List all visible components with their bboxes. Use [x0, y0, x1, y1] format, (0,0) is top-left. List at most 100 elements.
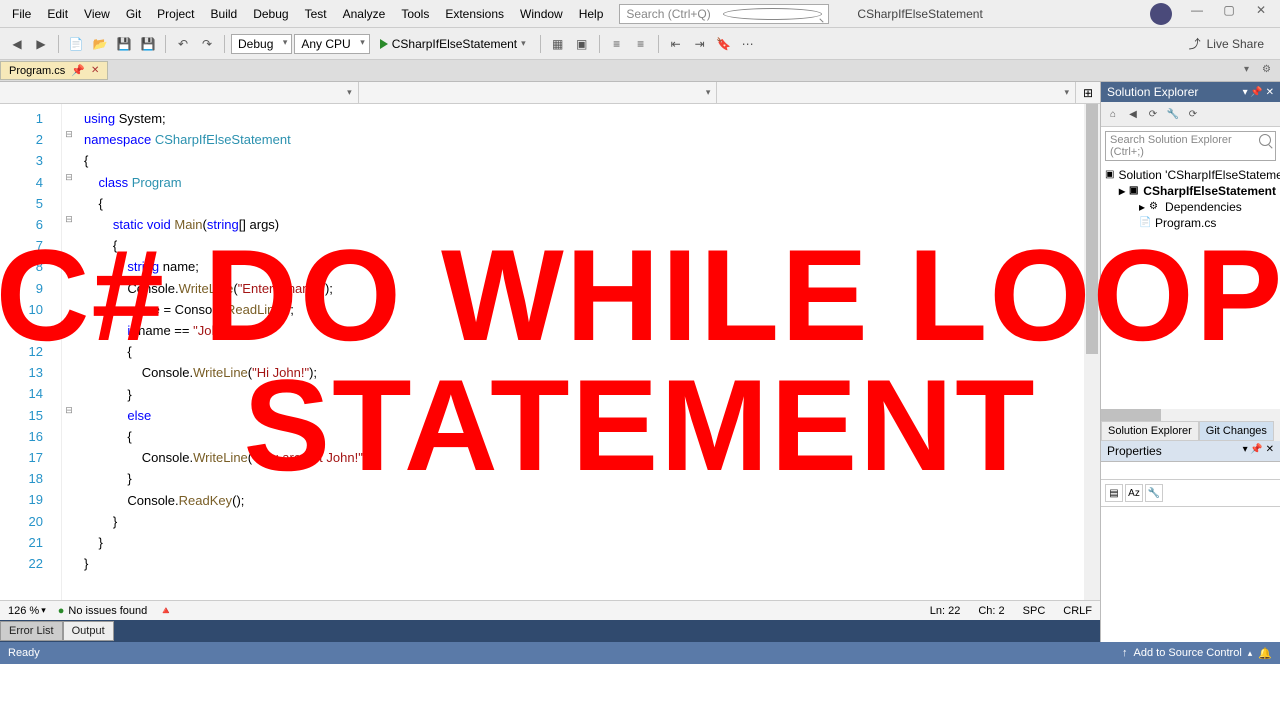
- menu-extensions[interactable]: Extensions: [437, 4, 512, 24]
- minimize-button[interactable]: —: [1190, 3, 1204, 17]
- config-dropdown[interactable]: Debug: [231, 34, 292, 54]
- menu-view[interactable]: View: [76, 4, 118, 24]
- status-bar: Ready ↑ Add to Source Control ▴ 🔔: [0, 642, 1280, 664]
- tool-icon[interactable]: ▦: [547, 33, 569, 55]
- close-button[interactable]: ✕: [1254, 3, 1268, 17]
- tab-overflow-icon[interactable]: ▾: [1244, 64, 1258, 78]
- tab-program[interactable]: Program.cs 📌 ✕: [0, 61, 108, 80]
- quick-search[interactable]: Search (Ctrl+Q): [619, 4, 829, 24]
- editor-status: 126 %▾ ●No issues found 🔺 Ln: 22 Ch: 2 S…: [0, 600, 1100, 620]
- menu-project[interactable]: Project: [149, 4, 202, 24]
- tab-output[interactable]: Output: [63, 621, 114, 641]
- nav-icon[interactable]: 🔺: [159, 604, 173, 617]
- tab-git-changes[interactable]: Git Changes: [1199, 421, 1274, 441]
- back-icon[interactable]: ◀: [1125, 106, 1141, 122]
- editor-nav: ⊞: [0, 82, 1100, 104]
- nav-dropdown[interactable]: [359, 82, 718, 103]
- horizontal-scrollbar[interactable]: [1101, 409, 1280, 421]
- tab-solution-explorer[interactable]: Solution Explorer: [1101, 421, 1199, 441]
- tab-label: Program.cs: [9, 65, 65, 77]
- status-ready: Ready: [8, 647, 40, 659]
- wrench-icon[interactable]: 🔧: [1145, 484, 1163, 502]
- platform-dropdown[interactable]: Any CPU: [294, 34, 369, 54]
- properties-dropdown[interactable]: [1101, 462, 1280, 480]
- code-body[interactable]: using System;namespace CSharpIfElseState…: [76, 104, 1084, 600]
- refresh-icon[interactable]: ⟳: [1185, 106, 1201, 122]
- source-control-label[interactable]: Add to Source Control: [1134, 647, 1242, 659]
- menu-tools[interactable]: Tools: [393, 4, 437, 24]
- tool-icon[interactable]: 🔧: [1165, 106, 1181, 122]
- menu-git[interactable]: Git: [118, 4, 149, 24]
- solution-search[interactable]: Search Solution Explorer (Ctrl+;): [1105, 131, 1276, 161]
- line-gutter: 12345678910111213141516171819202122: [0, 104, 62, 600]
- tab-preview-icon[interactable]: ⚙: [1262, 64, 1276, 78]
- cs-file-icon: 📄: [1139, 217, 1151, 229]
- zoom-level[interactable]: 126 %▾: [8, 605, 46, 617]
- run-target: CSharpIfElseStatement: [392, 37, 517, 51]
- maximize-button[interactable]: ▢: [1222, 3, 1236, 17]
- right-panel: Solution Explorer ▾ 📌 ✕ ⌂ ◀ ⟳ 🔧 ⟳ Search…: [1100, 82, 1280, 642]
- menu-debug[interactable]: Debug: [245, 4, 296, 24]
- play-icon: [380, 39, 388, 49]
- toolbar: ◀ ▶ 📄 📂 💾 💾 ↶ ↷ Debug Any CPU CSharpIfEl…: [0, 28, 1280, 60]
- outdent-icon[interactable]: ⇥: [689, 33, 711, 55]
- solution-icon: ▣: [1105, 169, 1114, 181]
- sync-icon[interactable]: ⟳: [1145, 106, 1161, 122]
- open-icon[interactable]: 📂: [89, 33, 111, 55]
- nav-dropdown[interactable]: [717, 82, 1076, 103]
- redo-icon[interactable]: ↷: [196, 33, 218, 55]
- search-icon: [723, 8, 822, 20]
- new-icon[interactable]: 📄: [65, 33, 87, 55]
- close-tab-icon[interactable]: ✕: [91, 65, 99, 76]
- menu-analyze[interactable]: Analyze: [335, 4, 394, 24]
- bookmark-icon[interactable]: 🔖: [713, 33, 735, 55]
- code-editor[interactable]: 12345678910111213141516171819202122 ⊟⊟⊟⊟…: [0, 104, 1100, 600]
- undo-icon[interactable]: ↶: [172, 33, 194, 55]
- alpha-icon[interactable]: Aᴢ: [1125, 484, 1143, 502]
- properties-panel: ▤ Aᴢ 🔧: [1101, 462, 1280, 642]
- solution-node[interactable]: ▣Solution 'CSharpIfElseStatement': [1105, 167, 1276, 183]
- pin-icon[interactable]: ▾ 📌 ✕: [1243, 87, 1274, 98]
- share-icon: ⤴: [1189, 35, 1201, 52]
- solution-tree[interactable]: ▣Solution 'CSharpIfElseStatement' ▸▣CSha…: [1101, 165, 1280, 409]
- tool-icon[interactable]: ≡: [630, 33, 652, 55]
- back-icon[interactable]: ◀: [6, 33, 28, 55]
- indent-icon[interactable]: ⇤: [665, 33, 687, 55]
- pin-icon[interactable]: ▾ 📌 ✕: [1243, 444, 1274, 455]
- menu-test[interactable]: Test: [297, 4, 335, 24]
- menu-edit[interactable]: Edit: [39, 4, 76, 24]
- tool-icon[interactable]: ≡: [606, 33, 628, 55]
- live-share[interactable]: ⤴ Live Share: [1189, 35, 1274, 52]
- fold-column: ⊟⊟⊟⊟⊟: [62, 104, 76, 600]
- menu-build[interactable]: Build: [203, 4, 246, 24]
- file-node[interactable]: 📄Program.cs: [1105, 215, 1276, 231]
- bottom-tabs: Error List Output: [0, 620, 1100, 642]
- properties-header: Properties ▾ 📌 ✕: [1101, 441, 1280, 462]
- notifications-icon[interactable]: 🔔: [1258, 647, 1272, 660]
- run-button[interactable]: CSharpIfElseStatement ▾: [372, 35, 534, 53]
- vertical-scrollbar[interactable]: [1084, 104, 1100, 600]
- tab-error-list[interactable]: Error List: [0, 621, 63, 641]
- col-indicator: Ch: 2: [978, 605, 1004, 617]
- live-share-label: Live Share: [1207, 37, 1264, 51]
- window-buttons: — ▢ ✕: [1150, 3, 1276, 25]
- menu-help[interactable]: Help: [571, 4, 612, 24]
- nav-dropdown[interactable]: [0, 82, 359, 103]
- pin-icon[interactable]: 📌: [71, 64, 85, 77]
- source-control-icon[interactable]: ↑: [1122, 647, 1128, 659]
- avatar[interactable]: [1150, 3, 1172, 25]
- tool-icon[interactable]: ▣: [571, 33, 593, 55]
- menu-file[interactable]: File: [4, 4, 39, 24]
- solution-toolbar: ⌂ ◀ ⟳ 🔧 ⟳: [1101, 102, 1280, 127]
- dependencies-node[interactable]: ▸⚙Dependencies: [1105, 199, 1276, 215]
- forward-icon[interactable]: ▶: [30, 33, 52, 55]
- saveall-icon[interactable]: 💾: [137, 33, 159, 55]
- categorize-icon[interactable]: ▤: [1105, 484, 1123, 502]
- save-icon[interactable]: 💾: [113, 33, 135, 55]
- tool-icon[interactable]: ⋯: [737, 33, 759, 55]
- project-node[interactable]: ▸▣CSharpIfElseStatement: [1105, 183, 1276, 199]
- menu-window[interactable]: Window: [512, 4, 571, 24]
- split-icon[interactable]: ⊞: [1076, 82, 1100, 103]
- home-icon[interactable]: ⌂: [1105, 106, 1121, 122]
- issues-indicator[interactable]: ●No issues found: [58, 605, 148, 617]
